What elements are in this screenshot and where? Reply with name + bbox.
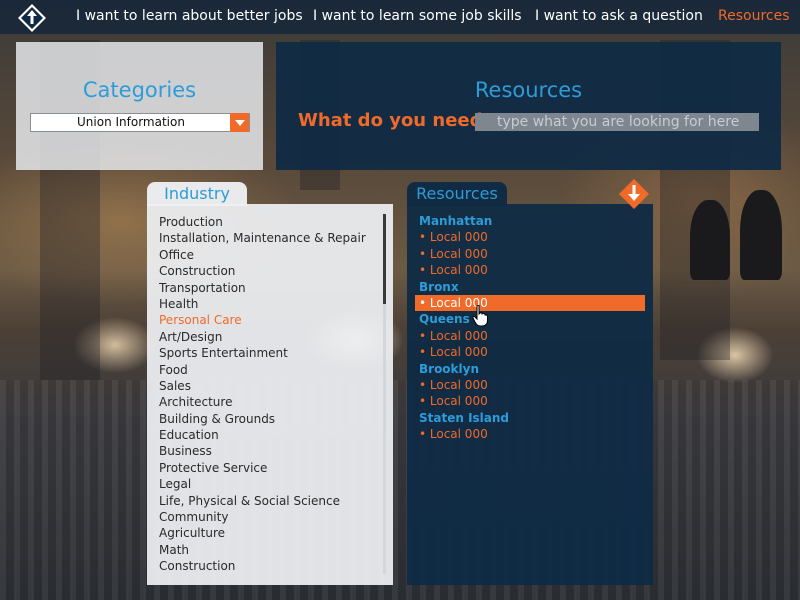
borough-heading: Brooklyn <box>419 361 480 376</box>
local-union-item[interactable]: • Local 000 <box>415 328 645 344</box>
resources-search-panel: Resources What do you need: <box>276 42 781 170</box>
local-union-item[interactable]: • Local 000 <box>415 229 645 245</box>
nav-ask-question[interactable]: I want to ask a question <box>535 8 703 24</box>
industry-item[interactable]: Office <box>159 247 366 263</box>
resources-list: Manhattan • Local 000 • Local 000 • Local 0… <box>415 213 645 442</box>
industry-item[interactable]: Construction <box>159 558 366 574</box>
nav-resources[interactable]: Resources <box>718 8 790 24</box>
industry-panel: Production Installation, Maintenance & Re… <box>147 204 393 585</box>
industry-item[interactable]: Agriculture <box>159 525 366 541</box>
nav-better-jobs[interactable]: I want to learn about better jobs <box>76 8 303 24</box>
industry-scrollbar-thumb[interactable] <box>383 214 386 304</box>
industry-tab-label: Industry <box>164 184 230 203</box>
industry-item[interactable]: Building & Grounds <box>159 411 366 427</box>
background-person-silhouette <box>690 200 730 280</box>
local-union-item[interactable]: • Local 000 <box>415 246 645 262</box>
industry-item[interactable]: Sales <box>159 378 366 394</box>
industry-item[interactable]: Education <box>159 427 366 443</box>
industry-item[interactable]: Business <box>159 443 366 459</box>
what-do-you-need-label: What do you need: <box>298 110 490 131</box>
industry-item[interactable]: Personal Care <box>159 312 366 328</box>
borough-heading: Queens <box>419 312 470 327</box>
resources-list-panel: Manhattan • Local 000 • Local 000 • Local 0… <box>407 204 653 585</box>
industry-list: Production Installation, Maintenance & Re… <box>159 214 366 575</box>
categories-dropdown[interactable]: Union Information <box>30 113 250 132</box>
industry-item[interactable]: Installation, Maintenance & Repair <box>159 230 366 246</box>
industry-item[interactable]: Health <box>159 296 366 312</box>
local-union-item[interactable]: • Local 000 <box>415 262 645 278</box>
categories-title: Categories <box>82 78 197 102</box>
industry-item[interactable]: Art/Design <box>159 329 366 345</box>
borough-heading: Bronx <box>419 279 459 294</box>
background-reflection <box>0 380 800 600</box>
industry-item[interactable]: Math <box>159 542 366 558</box>
bulletin-arrow-logo-icon[interactable] <box>17 3 47 33</box>
borough-heading: Manhattan <box>419 214 493 228</box>
industry-item[interactable]: Architecture <box>159 394 366 410</box>
nav-job-skills[interactable]: I want to learn some job skills <box>313 8 522 24</box>
industry-item[interactable]: Life, Physical & Social Science <box>159 493 366 509</box>
industry-item[interactable]: Transportation <box>159 280 366 296</box>
download-arrow-icon[interactable] <box>619 179 649 209</box>
industry-item[interactable]: Legal <box>159 476 366 492</box>
industry-item[interactable]: Food <box>159 362 366 378</box>
industry-item[interactable]: Sports Entertainment <box>159 345 366 361</box>
local-union-item[interactable]: • Local 000 <box>415 393 645 409</box>
industry-scrollbar[interactable] <box>383 214 386 574</box>
local-union-item[interactable]: • Local 000 <box>415 294 645 312</box>
categories-selected-value: Union Information <box>77 115 185 129</box>
categories-panel: Categories Union Information <box>16 42 263 170</box>
local-union-item[interactable]: • Local 000 <box>415 377 645 393</box>
search-input[interactable] <box>475 113 759 131</box>
resources-list-tab[interactable]: Resources <box>407 182 507 206</box>
industry-item[interactable]: Production <box>159 214 366 230</box>
industry-item[interactable]: Community <box>159 509 366 525</box>
hand-pointer-cursor-icon <box>472 305 488 327</box>
background-person-silhouette <box>740 190 782 280</box>
resources-title: Resources <box>474 78 583 102</box>
industry-item[interactable]: Protective Service <box>159 460 366 476</box>
local-union-item[interactable]: • Local 000 <box>415 426 645 442</box>
resources-list-tab-label: Resources <box>416 184 498 203</box>
borough-heading: Staten Island <box>419 410 510 425</box>
industry-tab[interactable]: Industry <box>147 182 247 206</box>
industry-item[interactable]: Construction <box>159 263 366 279</box>
top-nav-bar: I want to learn about better jobs I want… <box>0 0 800 34</box>
chevron-down-icon[interactable] <box>230 113 249 132</box>
local-union-item[interactable]: • Local 000 <box>415 344 645 360</box>
